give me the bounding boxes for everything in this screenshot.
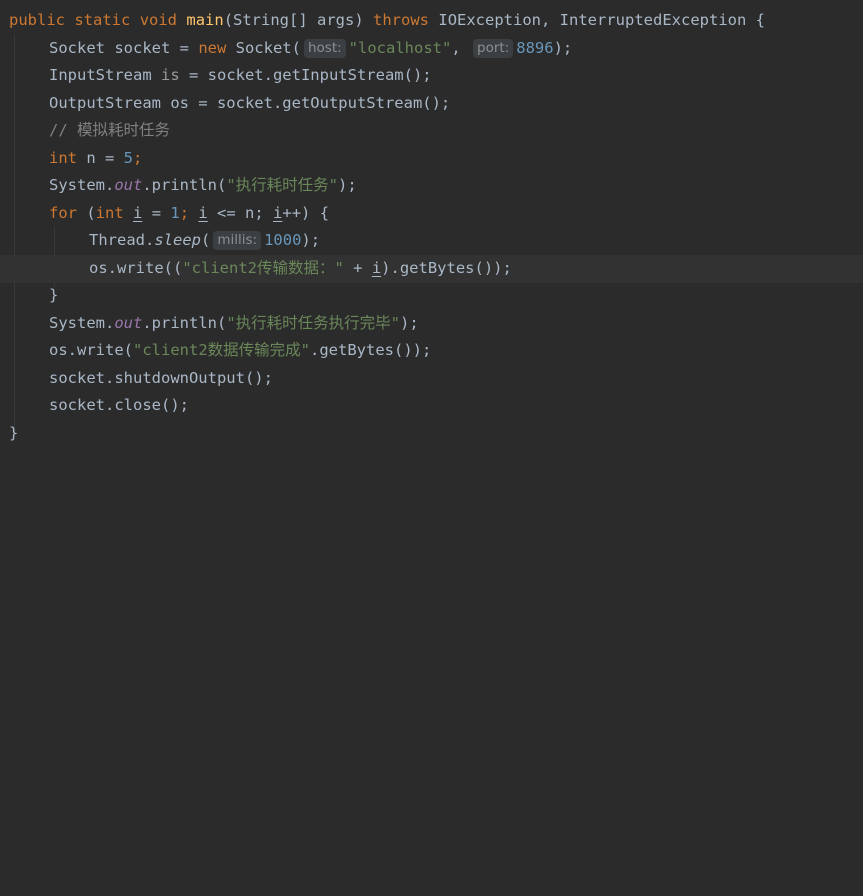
inlay-hint-millis: millis: (213, 231, 262, 250)
port-number: 8896 (516, 39, 554, 57)
keyword-void: void (139, 11, 178, 29)
code-line-13[interactable]: os.write("client2数据传输完成".getBytes()); (49, 337, 863, 365)
keyword-for: for (49, 204, 77, 222)
code-line-15[interactable]: socket.close(); (49, 392, 863, 420)
println-call: .println( (142, 314, 227, 332)
code-line-1[interactable]: public static void main(String[] args) t… (9, 7, 863, 35)
inputstream-assignment: = socket.getInputStream(); (179, 66, 432, 84)
loop-variable-i: i (133, 204, 143, 222)
socket-constructor: Socket( (226, 39, 301, 57)
loop-variable-i: i (198, 204, 208, 222)
inputstream-type: InputStream (49, 66, 161, 84)
socket-declaration: Socket socket = (49, 39, 199, 57)
code-line-11[interactable]: } (49, 282, 863, 310)
close-paren: ); (338, 176, 357, 194)
semicolon: ; (133, 149, 143, 167)
code-line-8[interactable]: for (int i = 1; i <= n; i++) { (49, 200, 863, 228)
write-call: os.write( (49, 341, 133, 359)
code-line-12[interactable]: System.out.println("执行耗时任务执行完毕"); (49, 310, 863, 338)
number-1: 1 (170, 204, 180, 222)
host-string: "localhost" (348, 39, 452, 57)
thread-class: Thread. (89, 231, 155, 249)
method-params: (String[] args) (223, 11, 364, 29)
closing-brace: } (49, 286, 59, 304)
unused-variable-is: is (160, 66, 180, 84)
inlay-hint-port: port: (473, 39, 514, 58)
n-assignment: n = (77, 149, 124, 167)
code-line-4[interactable]: OutputStream os = socket.getOutputStream… (49, 90, 863, 118)
code-line-6[interactable]: int n = 5; (49, 145, 863, 173)
loop-variable-i: i (273, 204, 283, 222)
write-string: "client2传输数据：" (182, 259, 344, 277)
close-call: socket.close(); (49, 396, 189, 414)
code-line-10-current[interactable]: os.write(("client2传输数据：" + i).getBytes()… (0, 255, 863, 283)
shutdown-output-call: socket.shutdownOutput(); (49, 369, 273, 387)
code-line-16[interactable]: } (9, 420, 863, 448)
keyword-int: int (49, 149, 77, 167)
indent-guide (14, 35, 15, 433)
outputstream-statement: OutputStream os = socket.getOutputStream… (49, 94, 451, 112)
assign: = (142, 204, 171, 222)
system-class: System. (49, 176, 115, 194)
loop-increment: ++) { (282, 204, 330, 222)
code-line-14[interactable]: socket.shutdownOutput(); (49, 365, 863, 393)
code-line-9[interactable]: Thread.sleep(millis: 1000); (89, 227, 863, 255)
method-closing-brace: } (9, 424, 19, 442)
code-line-3[interactable]: InputStream is = socket.getInputStream()… (49, 62, 863, 90)
code-editor[interactable]: public static void main(String[] args) t… (0, 0, 863, 448)
plus-operator: + (343, 259, 372, 277)
keyword-new: new (198, 39, 227, 57)
println-string: "执行耗时任务" (226, 176, 338, 194)
write-call: os.write(( (89, 259, 183, 277)
inlay-hint-host: host: (303, 39, 346, 58)
close-paren: ); (301, 231, 321, 249)
keyword-throws: throws (373, 11, 430, 29)
code-line-2[interactable]: Socket socket = new Socket(host: "localho… (49, 35, 863, 63)
semicolon: ; (179, 204, 199, 222)
getbytes-call: ).getBytes()); (381, 259, 512, 277)
keyword-int: int (95, 204, 124, 222)
exception-list: IOException, InterruptedException { (438, 11, 765, 29)
write-string: "client2数据传输完成" (133, 341, 310, 359)
system-class: System. (49, 314, 115, 332)
println-call: .println( (142, 176, 227, 194)
for-open: ( (77, 204, 96, 222)
static-field-out: out (114, 176, 143, 194)
loop-condition: <= n; (207, 204, 274, 222)
println-string: "执行耗时任务执行完毕" (226, 314, 400, 332)
close-paren: ); (400, 314, 419, 332)
comment: // 模拟耗时任务 (49, 121, 170, 139)
number-5: 5 (123, 149, 134, 167)
sleep-millis-value: 1000 (264, 231, 302, 249)
code-line-5[interactable]: // 模拟耗时任务 (49, 117, 863, 145)
keyword-static: static (74, 11, 131, 29)
comma: , (451, 39, 461, 57)
loop-variable-i: i (371, 259, 382, 277)
code-line-7[interactable]: System.out.println("执行耗时任务"); (49, 172, 863, 200)
keyword-public: public (9, 11, 65, 29)
static-field-out: out (114, 314, 143, 332)
close-paren: ); (553, 39, 573, 57)
method-name-main: main (186, 11, 224, 29)
static-method-sleep: sleep (154, 231, 201, 249)
getbytes-call: .getBytes()); (310, 341, 432, 359)
open-paren: ( (201, 231, 211, 249)
